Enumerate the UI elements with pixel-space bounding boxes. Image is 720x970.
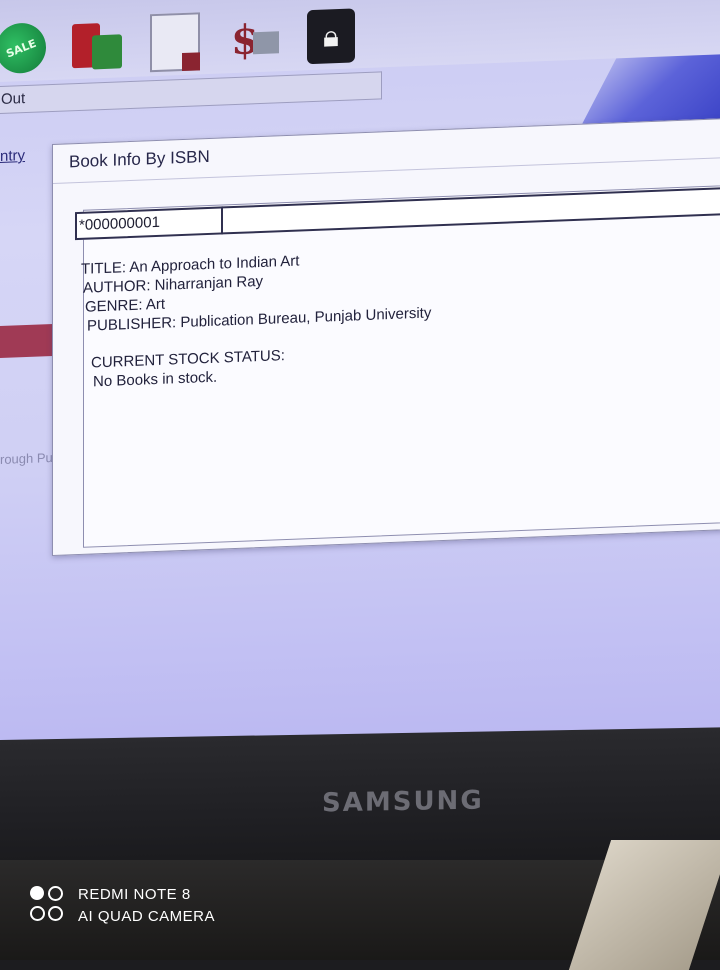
books-icon[interactable] bbox=[70, 17, 124, 73]
monitor-brand-logo: SAMSUNG bbox=[322, 785, 484, 819]
camera-logo-icon bbox=[30, 886, 68, 926]
watermark-line-2: AI QUAD CAMERA bbox=[78, 908, 216, 925]
entry-link[interactable]: ntry bbox=[0, 147, 25, 165]
book-info-text: TITLE: An Approach to Indian Art AUTHOR:… bbox=[81, 246, 431, 391]
sale-badge-label: SALE bbox=[0, 15, 54, 81]
document-icon[interactable] bbox=[148, 12, 202, 73]
dollar-icon[interactable]: $ bbox=[228, 11, 282, 67]
isbn-input[interactable]: *000000001 bbox=[75, 206, 223, 241]
book-info-dialog: Book Info By ISBN *000000001 TITLE: An A… bbox=[52, 116, 720, 557]
sale-badge-icon[interactable]: SALE bbox=[0, 15, 54, 81]
monitor-screen: SALE $ 🔒︎ Out ntry rough Purch Book Info… bbox=[0, 0, 720, 790]
watermark-line-1: REDMI NOTE 8 bbox=[78, 886, 191, 903]
dialog-title: Book Info By ISBN bbox=[69, 146, 210, 172]
lock-icon[interactable]: 🔒︎ bbox=[304, 8, 358, 65]
